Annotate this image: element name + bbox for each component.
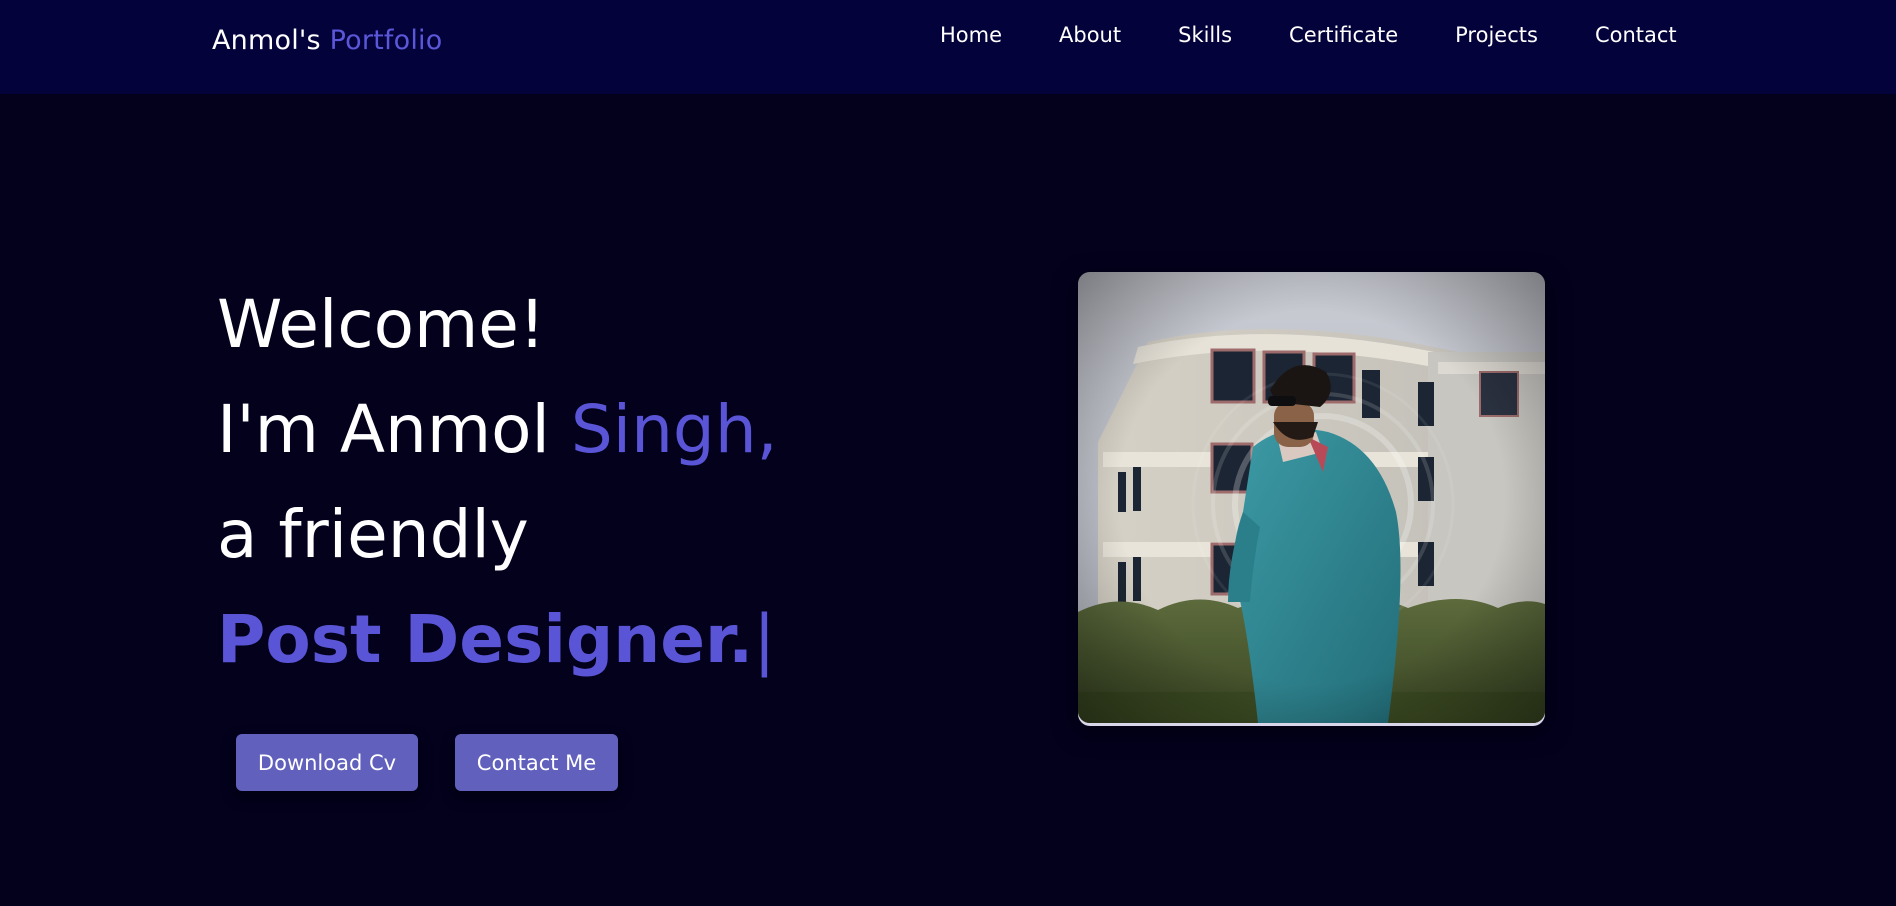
hero-descriptor: a friendly: [217, 496, 529, 573]
nav-link-about[interactable]: About: [1059, 22, 1121, 48]
navbar: Anmol's Portfolio Home About Skills Cert…: [0, 0, 1896, 94]
nav-link-home[interactable]: Home: [940, 22, 1002, 48]
contact-me-button[interactable]: Contact Me: [455, 734, 618, 791]
nav-link-skills[interactable]: Skills: [1178, 22, 1232, 48]
hero-intro: I'm Anmol Singh,: [217, 377, 778, 482]
logo-name: Anmol's: [212, 25, 321, 56]
hero-heading: Welcome! I'm Anmol Singh, a friendly Pos…: [217, 272, 778, 692]
hero-name-accent: Singh,: [570, 391, 778, 468]
typing-caret: |: [753, 601, 776, 678]
hero-role-text: Post Designer.: [217, 601, 754, 678]
profile-photo-image: [1078, 272, 1545, 723]
nav-link-projects[interactable]: Projects: [1455, 22, 1538, 48]
profile-photo: [1078, 272, 1545, 723]
logo-accent: Portfolio: [329, 25, 443, 56]
nav-link-certificate[interactable]: Certificate: [1289, 22, 1398, 48]
download-cv-button[interactable]: Download Cv: [236, 734, 418, 791]
nav-link-contact[interactable]: Contact: [1595, 22, 1677, 48]
nav-menu: Home About Skills Certificate Projects C…: [940, 22, 1677, 48]
hero-welcome: Welcome!: [217, 286, 546, 363]
site-logo[interactable]: Anmol's Portfolio: [212, 25, 442, 56]
hero-role: Post Designer.|: [217, 587, 778, 692]
hero-intro-prefix: I'm Anmol: [217, 391, 571, 468]
